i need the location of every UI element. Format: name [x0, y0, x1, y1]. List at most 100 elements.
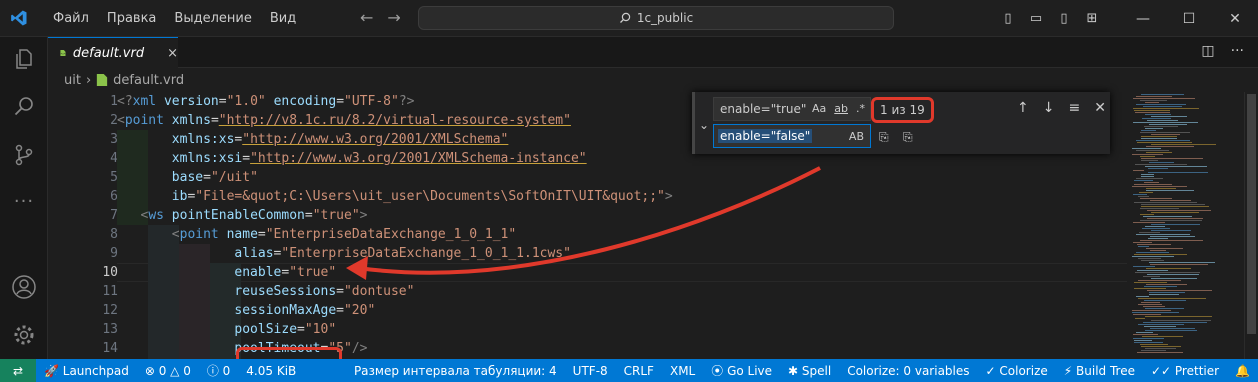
minimap[interactable] [1128, 92, 1244, 359]
use-regex-icon[interactable]: .* [856, 102, 865, 115]
replace-all-icon[interactable]: ⎘ [903, 130, 913, 145]
account-icon[interactable] [0, 267, 48, 307]
next-match-arrow-icon[interactable]: ↓ [1043, 100, 1055, 116]
code-line: enable="true" [117, 263, 336, 282]
code-token: base [171, 170, 204, 185]
breadcrumb-file[interactable]: default.vrd [113, 73, 184, 88]
vertical-scrollbar[interactable] [1244, 92, 1258, 359]
minimap-line [1134, 180, 1153, 181]
minimap-line [1143, 276, 1160, 277]
minimap-line [1134, 340, 1152, 341]
minimap-line [1144, 126, 1178, 127]
notifications-bell-icon[interactable]: 🔔 [1227, 364, 1258, 378]
replace-input[interactable]: enable="false" AB [713, 124, 871, 148]
customize-layout-icon[interactable]: ⊞ [1078, 11, 1106, 26]
code-token: version [163, 94, 219, 109]
minimap-line [1146, 190, 1194, 191]
go-live-item[interactable]: ⦿ Go Live [703, 362, 780, 379]
info-count: 0 [222, 364, 231, 378]
source-control-icon[interactable] [0, 135, 48, 175]
settings-gear-icon[interactable] [0, 315, 48, 355]
match-whole-word-icon[interactable]: ab [834, 102, 848, 115]
minimap-line [1134, 184, 1172, 185]
menu-file[interactable]: Файл [44, 0, 98, 37]
code-line: <point name="EnterpriseDataExchange_1_0_… [117, 225, 516, 244]
menu-bar: Файл Правка Выделение Вид [44, 0, 305, 37]
minimap-line [1141, 176, 1154, 177]
split-editor-icon[interactable]: ◫ [1201, 43, 1214, 59]
code-token: = [304, 208, 313, 223]
search-text: 1c_public [636, 11, 694, 25]
minimap-line [1140, 240, 1203, 241]
code-token: ?> [398, 94, 415, 109]
minimap-line [1142, 228, 1170, 229]
minimap-line [1141, 350, 1166, 351]
colorize-vars-item[interactable]: Colorize: 0 variables [839, 364, 977, 378]
back-arrow-icon[interactable]: ← [360, 9, 373, 27]
build-tree-item[interactable]: ⚡ Build Tree [1056, 364, 1143, 378]
minimap-line [1136, 178, 1163, 179]
maximize-button[interactable]: ☐ [1166, 11, 1212, 27]
tab-close-icon[interactable]: × [167, 46, 178, 61]
search-sidebar-icon[interactable] [0, 87, 48, 127]
preserve-case-icon[interactable]: AB [849, 130, 864, 143]
menu-view[interactable]: Вид [261, 0, 305, 37]
command-center-search[interactable]: 1c_public [418, 6, 894, 30]
minimap-line [1150, 200, 1191, 201]
explorer-icon[interactable] [0, 39, 48, 79]
scrollbar-thumb[interactable] [1247, 94, 1256, 334]
menu-edit[interactable]: Правка [98, 0, 165, 37]
minimap-line [1135, 112, 1170, 113]
forward-arrow-icon[interactable]: → [387, 9, 400, 27]
minimap-line [1147, 274, 1199, 275]
tab-size-item[interactable]: Размер интервала табуляции: 4 [346, 364, 565, 378]
code-token: xmlns:xs [171, 132, 235, 147]
spell-item[interactable]: ✱ Spell [780, 364, 839, 378]
code-line: poolSize="10" [117, 320, 336, 339]
minimap-line [1136, 252, 1169, 253]
colorize-item[interactable]: ✓ Colorize [978, 364, 1056, 378]
tab-default-vrd[interactable]: <> default.vrd × [48, 37, 178, 68]
line-number: 8 [110, 227, 118, 242]
launchpad-item[interactable]: 🚀 Launchpad [36, 364, 137, 378]
toggle-secondary-sidebar-icon[interactable]: ▯ [1050, 11, 1078, 26]
minimap-line [1139, 192, 1153, 193]
match-case-icon[interactable]: Aa [812, 102, 826, 115]
language-item[interactable]: XML [662, 364, 703, 378]
activity-bar: ··· [0, 37, 48, 359]
more-actions-icon[interactable]: ··· [1231, 43, 1244, 59]
previous-match-arrow-icon[interactable]: ↑ [1017, 100, 1029, 116]
tab-label: default.vrd [72, 45, 145, 61]
encoding-item[interactable]: UTF-8 [565, 364, 616, 378]
code-token: ib [171, 189, 188, 204]
close-window-button[interactable]: ✕ [1212, 11, 1258, 27]
eol-item[interactable]: CRLF [616, 364, 662, 378]
minimize-button[interactable]: — [1120, 11, 1166, 27]
minimap-line [1143, 322, 1207, 323]
minimap-line [1145, 308, 1184, 309]
close-find-icon[interactable]: ✕ [1094, 100, 1106, 116]
warnings-count: 0 [183, 363, 191, 378]
find-in-selection-icon[interactable]: ≡ [1068, 100, 1080, 116]
code-token: > [359, 208, 368, 223]
toggle-replace-chevron-icon[interactable]: ⌄ [699, 118, 709, 132]
problems-item[interactable]: ⊗ 0 △ 0 [137, 364, 199, 378]
menu-selection[interactable]: Выделение [165, 0, 260, 37]
more-icon[interactable]: ··· [0, 181, 48, 221]
code-token: < [117, 113, 125, 128]
toggle-sidebar-icon[interactable]: ▯ [994, 11, 1022, 26]
remote-indicator-icon[interactable]: ⇄ [0, 359, 36, 382]
toggle-panel-icon[interactable]: ▭ [1022, 11, 1050, 26]
breadcrumb-folder[interactable]: uit [64, 73, 81, 88]
replace-one-icon[interactable]: ⎘ [879, 130, 889, 145]
minimap-line [1148, 168, 1168, 169]
ports-item[interactable]: ⓘ 0 [199, 362, 238, 379]
prettier-item[interactable]: ✓✓ Prettier [1143, 364, 1227, 378]
minimap-line [1145, 166, 1207, 167]
minimap-line [1147, 290, 1212, 291]
vscode-logo-icon [11, 10, 27, 26]
code-token: "http://v8.1c.ru/8.2/virtual-resource-sy… [218, 113, 571, 128]
minimap-line [1138, 324, 1184, 325]
